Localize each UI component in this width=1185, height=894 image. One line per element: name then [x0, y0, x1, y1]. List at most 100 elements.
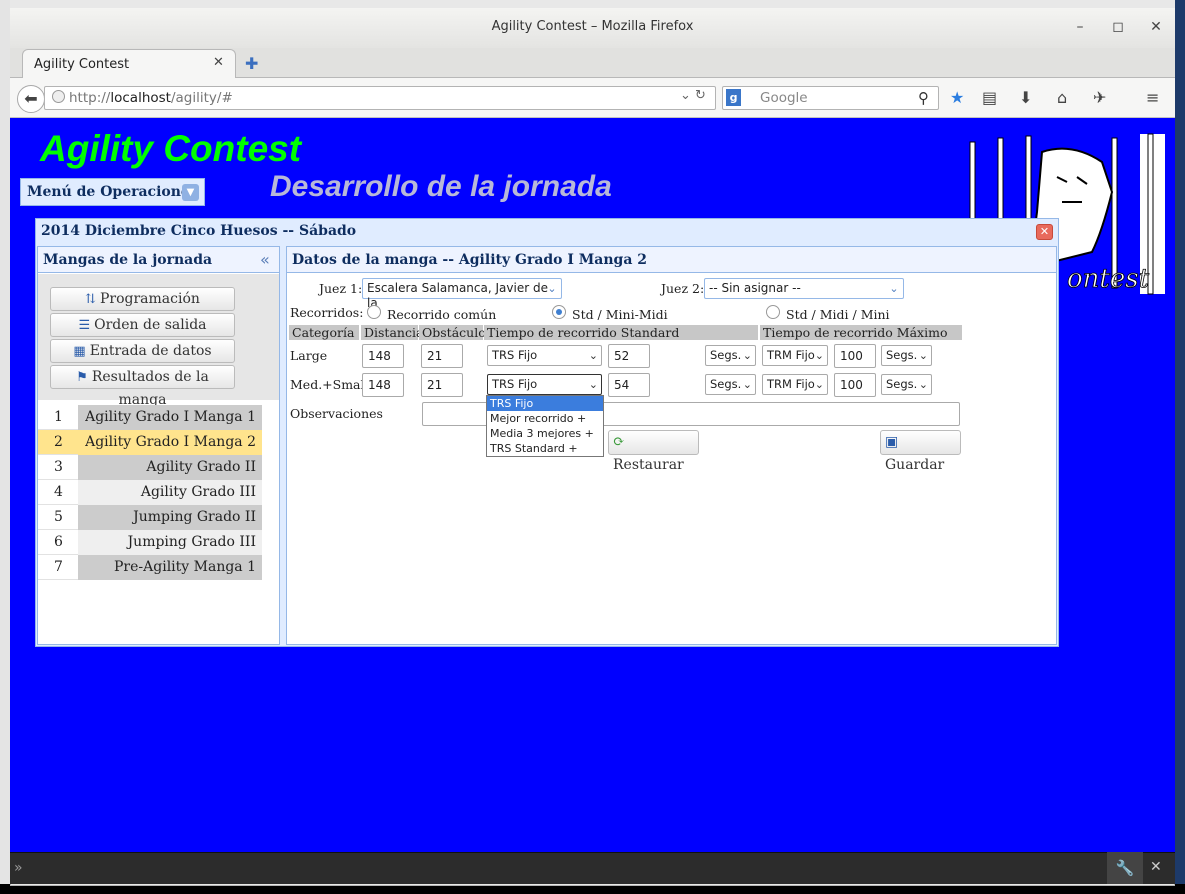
- chevron-down-icon: ⌄: [814, 378, 824, 391]
- collapse-left-icon[interactable]: «: [260, 250, 270, 269]
- entrada-datos-button[interactable]: ▦ Entrada de datos: [50, 339, 235, 363]
- reading-list-icon[interactable]: ▤: [982, 88, 997, 107]
- chevron-down-icon: ⌄: [918, 349, 928, 362]
- chevron-down-icon[interactable]: ▼: [182, 184, 199, 201]
- addon-icon[interactable]: ✈: [1093, 88, 1106, 107]
- search-magnifier-icon[interactable]: ⚲: [918, 89, 929, 107]
- close-window-icon[interactable]: ✕: [1146, 17, 1166, 37]
- panel-title: 2014 Diciembre Cinco Huesos -- Sábado: [41, 223, 357, 239]
- observaciones-label: Observaciones: [290, 406, 383, 421]
- app-subtitle: Desarrollo de la jornada: [270, 170, 612, 203]
- search-placeholder: Google: [760, 90, 808, 106]
- manga-row-name[interactable]: Pre-Agility Manga 1: [78, 555, 262, 580]
- home-icon[interactable]: ⌂: [1057, 88, 1067, 107]
- chevron-down-icon[interactable]: ⌄: [885, 279, 903, 298]
- globe-icon: [52, 90, 65, 103]
- radio-std-mini-midi-label: Std / Mini-Midi: [572, 307, 668, 322]
- manga-row-name[interactable]: Agility Grado I Manga 1: [78, 405, 262, 430]
- table-icon: ▦: [73, 344, 86, 359]
- menu-hamburger-icon[interactable]: ≡: [1146, 88, 1159, 107]
- operations-menu-label[interactable]: Menú de Operaciones: [27, 184, 198, 200]
- dropdown-option[interactable]: Media 3 mejores +: [487, 426, 603, 441]
- manga-row-name[interactable]: Jumping Grado II: [78, 505, 262, 530]
- header-obstaculos: Obstáculos: [419, 325, 492, 340]
- panel-close-icon[interactable]: ✕: [1036, 224, 1053, 240]
- chevron-down-icon: ⌄: [588, 378, 598, 391]
- chevron-down-icon: ⌄: [588, 349, 598, 362]
- bookmark-star-icon[interactable]: ★: [950, 88, 964, 107]
- list-order-icon: ☰: [78, 318, 91, 333]
- manga-row-number[interactable]: 2: [38, 430, 78, 455]
- console-prompt-icon[interactable]: »: [14, 860, 23, 876]
- sort-arrows-icon: ⇅: [85, 292, 96, 307]
- juez1-label: Juez 1:: [319, 281, 363, 296]
- manga-row-number[interactable]: 1: [38, 405, 78, 430]
- trs-tipo-medsmall-select[interactable]: TRS Fijo ⌄: [487, 374, 602, 395]
- dropdown-option[interactable]: TRS Fijo: [487, 396, 603, 411]
- trm-valor-large-input[interactable]: 100: [834, 344, 876, 368]
- back-arrow-icon[interactable]: ⬅: [17, 85, 45, 113]
- manga-row-number[interactable]: 3: [38, 455, 78, 480]
- tab-label: Agility Contest: [34, 57, 130, 72]
- restaurar-button[interactable]: ⟳ Restaurar: [608, 430, 699, 473]
- manga-row-number[interactable]: 6: [38, 530, 78, 555]
- trm-valor-medsmall-input[interactable]: 100: [834, 373, 876, 397]
- dropdown-option[interactable]: TRS Standard +: [487, 441, 603, 456]
- header-trs: Tiempo de recorrido Standard: [484, 325, 758, 340]
- juez1-combo[interactable]: Escalera Salamanca, Javier de la ⌄: [362, 278, 562, 310]
- trm-unidad-medsmall-select[interactable]: Segs. ⌄: [881, 374, 932, 395]
- chevron-down-icon: ⌄: [814, 349, 824, 362]
- new-tab-icon[interactable]: ✚: [245, 54, 258, 73]
- manga-row-name[interactable]: Agility Grado I Manga 2: [78, 430, 262, 455]
- manga-row-name[interactable]: Jumping Grado III: [78, 530, 262, 555]
- radio-std-mini-midi[interactable]: [552, 305, 566, 319]
- downloads-icon[interactable]: ⬇: [1019, 88, 1032, 107]
- wrench-icon[interactable]: 🔧: [1107, 852, 1143, 884]
- distancia-medsmall-input[interactable]: 148: [362, 373, 404, 397]
- developer-toolbar: [10, 852, 1175, 884]
- radio-std-midi-mini-label: Std / Midi / Mini: [786, 307, 890, 322]
- obstaculos-medsmall-input[interactable]: 21: [421, 373, 463, 397]
- chevron-down-icon[interactable]: ⌄: [543, 279, 561, 298]
- header-categoria: Categoría: [289, 325, 359, 340]
- minimize-icon[interactable]: –: [1070, 17, 1090, 37]
- datos-manga-title: Datos de la manga -- Agility Grado I Man…: [292, 252, 648, 268]
- trs-unidad-large-select[interactable]: Segs. ⌄: [705, 345, 756, 366]
- trs-valor-large-input[interactable]: 52: [608, 344, 650, 368]
- desktop-left-strip: [0, 0, 10, 894]
- checkered-flag-icon: ⚑: [76, 370, 88, 385]
- radio-std-midi-mini[interactable]: [766, 305, 780, 319]
- obstaculos-large-input[interactable]: 21: [421, 344, 463, 368]
- manga-row-number[interactable]: 4: [38, 480, 78, 505]
- trm-unidad-large-select[interactable]: Segs. ⌄: [881, 345, 932, 366]
- manga-row-name[interactable]: Agility Grado II: [78, 455, 262, 480]
- trs-valor-medsmall-input[interactable]: 54: [608, 373, 650, 397]
- reload-icon[interactable]: ⌄ ↻: [680, 88, 706, 103]
- mangas-panel-title: Mangas de la jornada: [43, 252, 213, 268]
- trm-tipo-large-select[interactable]: TRM Fijo ⌄: [762, 345, 828, 366]
- desktop-right-strip: [1175, 0, 1185, 894]
- radio-recorrido-comun[interactable]: [367, 305, 381, 319]
- programacion-button[interactable]: ⇅ Programación: [50, 287, 235, 311]
- url-text[interactable]: http://localhost/agility/#: [69, 90, 233, 106]
- orden-salida-button[interactable]: ☰ Orden de salida: [50, 313, 235, 337]
- tab-close-icon[interactable]: ✕: [213, 55, 224, 70]
- google-engine-icon[interactable]: g: [726, 89, 741, 106]
- search-bar[interactable]: [722, 86, 939, 110]
- devbar-close-icon[interactable]: ✕: [1150, 859, 1162, 875]
- manga-row-number[interactable]: 5: [38, 505, 78, 530]
- maximize-icon[interactable]: ◻: [1108, 17, 1128, 37]
- trs-tipo-large-select[interactable]: TRS Fijo ⌄: [487, 345, 602, 366]
- distancia-large-input[interactable]: 148: [362, 344, 404, 368]
- categoria-large: Large: [290, 348, 328, 363]
- trm-tipo-medsmall-select[interactable]: TRM Fijo ⌄: [762, 374, 828, 395]
- resultados-manga-button[interactable]: ⚑ Resultados de la manga: [50, 365, 235, 408]
- chevron-down-icon: ⌄: [742, 349, 752, 362]
- trs-unidad-medsmall-select[interactable]: Segs. ⌄: [705, 374, 756, 395]
- juez2-combo[interactable]: -- Sin asignar -- ⌄: [704, 278, 904, 299]
- manga-row-name[interactable]: Agility Grado III: [78, 480, 262, 505]
- guardar-button[interactable]: ▣ Guardar: [880, 430, 961, 473]
- manga-row-number[interactable]: 7: [38, 555, 78, 580]
- dropdown-option[interactable]: Mejor recorrido +: [487, 411, 603, 426]
- app-title: Agility Contest: [40, 128, 302, 169]
